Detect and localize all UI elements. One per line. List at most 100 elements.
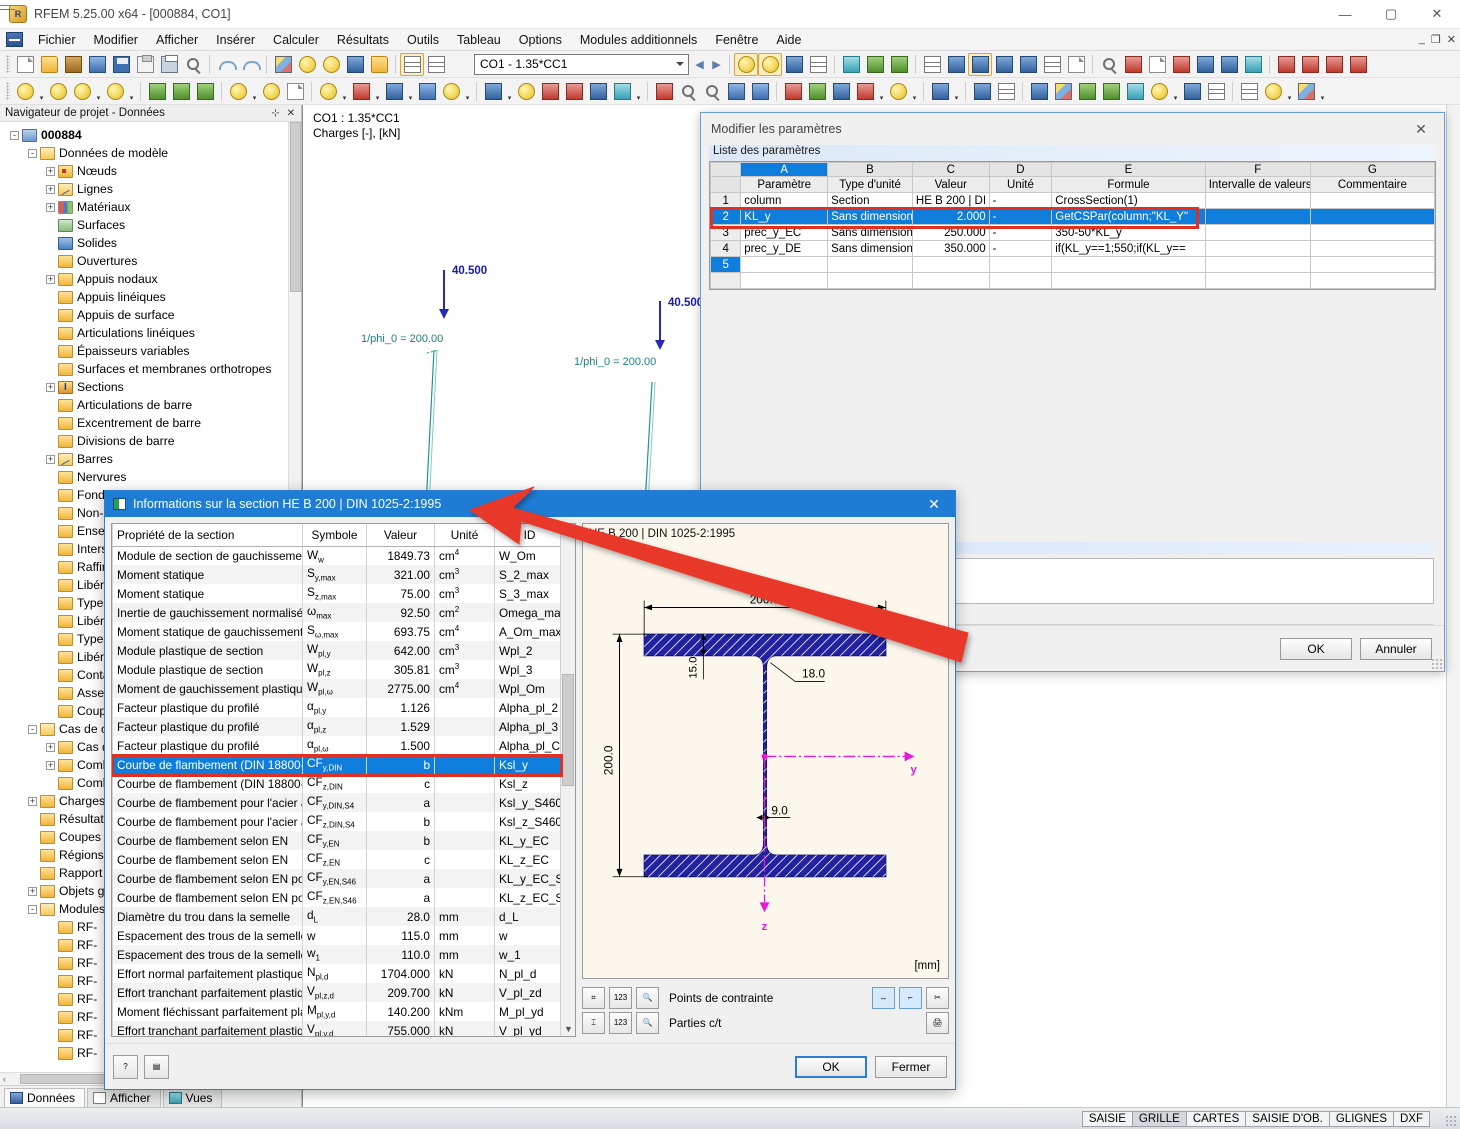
- value-cell[interactable]: 350.000: [911, 240, 990, 257]
- comment-cell[interactable]: [1309, 192, 1436, 209]
- section-property-row[interactable]: Facteur plastique du profilé αpl,y 1.126 Al…: [112, 698, 565, 717]
- navigator-tab-vues[interactable]: Vues: [162, 1088, 223, 1107]
- tree-expander[interactable]: +: [46, 184, 55, 194]
- open-package-button[interactable]: [61, 53, 85, 76]
- grid-col-letter-D[interactable]: D: [988, 162, 1053, 177]
- comment-cell[interactable]: [1309, 240, 1436, 257]
- parameters-cancel-button[interactable]: Annuler: [1360, 637, 1432, 660]
- new-line-dim-button[interactable]: [70, 80, 94, 103]
- calc-sel-button[interactable]: [1016, 53, 1040, 76]
- section-property-row[interactable]: Moment fléchissant parfaitement plas Mpl,…: [112, 1002, 565, 1021]
- tree-item-appuis-de-surface[interactable]: Appuis de surface: [0, 306, 301, 324]
- empty-cell[interactable]: [911, 272, 990, 289]
- unit-type-cell[interactable]: Sans dimension: [827, 224, 913, 241]
- status-cell-saisie-d-ob[interactable]: SAISIE D'OB.: [1245, 1110, 1330, 1127]
- menu-options[interactable]: Options: [510, 31, 571, 49]
- load-free-button[interactable]: [586, 80, 610, 103]
- select-plus-button[interactable]: [343, 53, 367, 76]
- smooth-button[interactable]: [1123, 80, 1147, 103]
- tree-expander[interactable]: +: [46, 760, 55, 770]
- fe-mesh-button[interactable]: [920, 53, 944, 76]
- export-button[interactable]: [448, 53, 472, 76]
- status-cell-saisie[interactable]: SAISIE: [1081, 1110, 1133, 1127]
- new-surface-button[interactable]: [193, 80, 217, 103]
- new-support-line-button[interactable]: [169, 80, 193, 103]
- parameter-row[interactable]: 3 prec_y_EC Sans dimension 250.000-350-50*K…: [709, 224, 1436, 241]
- result-n-button[interactable]: [1322, 53, 1346, 76]
- tree-item-appuis-nodaux[interactable]: + Appuis nodaux: [0, 270, 301, 288]
- dimension-section-button[interactable]: ⌶: [582, 1011, 605, 1034]
- section-property-row[interactable]: Espacement des trous de la semelle w1 110.…: [112, 945, 565, 964]
- row-number[interactable]: 1: [709, 192, 742, 209]
- snap-button[interactable]: [1097, 53, 1121, 76]
- cross-section-drawing[interactable]: HE B 200 | DIN 1025-2:1995 [mm] 200.0 20…: [582, 523, 949, 979]
- row-number[interactable]: 3: [709, 224, 742, 241]
- network-button[interactable]: [1241, 53, 1265, 76]
- node-dropdown[interactable]: ▾: [37, 80, 46, 102]
- toolbar-grip-2[interactable]: [6, 82, 10, 100]
- mdi-restore-button[interactable]: ❐: [1431, 33, 1441, 46]
- copy-dropdown[interactable]: ▾: [463, 80, 472, 102]
- empty-cell[interactable]: [988, 272, 1053, 289]
- clipboard-button[interactable]: [133, 53, 157, 76]
- grid-col-corner[interactable]: [709, 162, 742, 177]
- row-number[interactable]: 2: [709, 208, 742, 225]
- tree-item-paisseurs-variables[interactable]: Épaisseurs variables: [0, 342, 301, 360]
- tree-expander[interactable]: +: [28, 886, 37, 896]
- help-button[interactable]: ?: [113, 1054, 138, 1079]
- tree-expander[interactable]: -: [28, 148, 37, 158]
- section-property-row[interactable]: Moment statique Sy,max 321.00 cm3 S_2_max: [112, 565, 565, 584]
- maximize-button[interactable]: ▢: [1368, 0, 1414, 28]
- tree-expander[interactable]: -: [28, 904, 37, 914]
- render-button[interactable]: [271, 53, 295, 76]
- unit-cell[interactable]: -: [988, 208, 1053, 225]
- copy-button[interactable]: [439, 80, 463, 103]
- viewiso-button[interactable]: [748, 80, 772, 103]
- result-y-button[interactable]: [1274, 53, 1298, 76]
- menu-calculer[interactable]: Calculer: [264, 31, 328, 49]
- parameter-row[interactable]: 5: [709, 256, 1436, 273]
- section-ok-button[interactable]: OK: [795, 1055, 867, 1078]
- calc-diag-button[interactable]: [1040, 53, 1064, 76]
- load-node-button[interactable]: [514, 80, 538, 103]
- tree-item-lignes[interactable]: + Lignes: [0, 180, 301, 198]
- render-mode-button[interactable]: [886, 80, 910, 103]
- empty-cell[interactable]: [1309, 272, 1436, 289]
- section-property-row[interactable]: Courbe de flambement selon EN CFy,EN b KL_y…: [112, 831, 565, 850]
- tree-item-ouvertures[interactable]: Ouvertures: [0, 252, 301, 270]
- parameter-cell[interactable]: column: [740, 192, 829, 209]
- new-member-button[interactable]: [226, 80, 250, 103]
- effects-dropdown[interactable]: ▾: [634, 80, 643, 102]
- anim-view-button[interactable]: [887, 53, 911, 76]
- parameter-row-empty[interactable]: [709, 272, 1436, 289]
- grid-col-letter-G[interactable]: G: [1309, 162, 1436, 177]
- tree-expander[interactable]: +: [46, 166, 55, 176]
- view-dropdown[interactable]: ▾: [877, 80, 886, 102]
- new-frame-button[interactable]: [349, 80, 373, 103]
- tree-expander[interactable]: +: [46, 202, 55, 212]
- grid-col-letter-E[interactable]: E: [1051, 162, 1206, 177]
- dimension-points-button[interactable]: ⌗: [582, 986, 605, 1009]
- window-button[interactable]: [367, 53, 391, 76]
- parameter-cell[interactable]: prec_y_DE: [740, 240, 829, 257]
- unit-type-cell[interactable]: Sans dimension: [827, 240, 913, 257]
- load-surface-button[interactable]: [562, 80, 586, 103]
- parameter-cell[interactable]: [740, 256, 829, 273]
- tree-item-articulations-de-barre[interactable]: Articulations de barre: [0, 396, 301, 414]
- mdi-minimize-button[interactable]: _: [1419, 33, 1425, 46]
- section-property-row[interactable]: Courbe de flambement (DIN 18800-2 CFz,DIN…: [112, 774, 565, 793]
- unit-type-cell[interactable]: Sans dimension: [827, 208, 913, 225]
- dialog-resize-grip-icon[interactable]: [1431, 658, 1442, 669]
- section-property-row[interactable]: Diamètre du trou dans la semelle dL 28.0 mm…: [112, 907, 565, 926]
- zoom-in-button[interactable]: [676, 80, 700, 103]
- navigator-tab-afficher[interactable]: Afficher: [87, 1088, 161, 1107]
- view-y-button[interactable]: [805, 80, 829, 103]
- minimize-button[interactable]: —: [1322, 0, 1368, 28]
- effects-button[interactable]: [610, 80, 634, 103]
- tree-expander[interactable]: +: [46, 742, 55, 752]
- mirror-button[interactable]: [1145, 53, 1169, 76]
- axis-button[interactable]: [1027, 80, 1051, 103]
- section-table-body[interactable]: Module de section de gauchissement Ww 1849…: [112, 546, 565, 1036]
- status-cell-cartes[interactable]: CARTES: [1185, 1110, 1247, 1127]
- result-z-button[interactable]: [1298, 53, 1322, 76]
